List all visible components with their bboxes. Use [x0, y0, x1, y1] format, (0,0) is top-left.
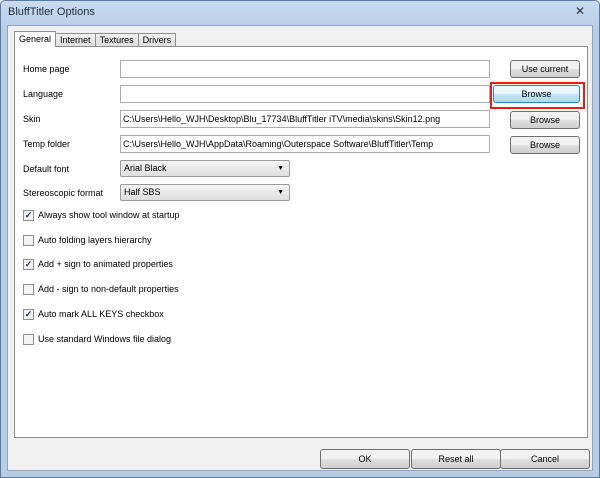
dialog-client: General Internet Textures Drivers Home p…	[7, 25, 593, 471]
general-panel: Home page Use current Language Browse Sk…	[14, 46, 588, 438]
stereoscopic-format-label: Stereoscopic format	[23, 188, 104, 198]
checkbox-box	[23, 333, 34, 345]
checkbox-add-plus-sign[interactable]: ✓ Add + sign to animated properties	[23, 258, 173, 270]
stereoscopic-format-value: Half SBS	[124, 187, 161, 197]
highlight-annotation	[490, 82, 585, 109]
checkbox-auto-folding-layers[interactable]: Auto folding layers hierarchy	[23, 234, 152, 246]
tab-internet[interactable]: Internet	[55, 33, 96, 47]
titlebar[interactable]: BluffTitler Options ✕	[1, 1, 599, 25]
checkbox-box	[23, 234, 34, 246]
window-title: BluffTitler Options	[8, 6, 95, 18]
tab-drivers[interactable]: Drivers	[137, 33, 177, 47]
skin-input[interactable]: C:\Users\Hello_WJH\Desktop\Blu_17734\Blu…	[120, 110, 490, 128]
close-icon: ✕	[574, 3, 586, 18]
checkbox-always-show-tool-window[interactable]: ✓ Always show tool window at startup	[23, 209, 180, 221]
checkbox-label: Auto mark ALL KEYS checkbox	[38, 309, 164, 319]
reset-all-button[interactable]: Reset all	[411, 449, 501, 469]
checkbox-label: Add + sign to animated properties	[38, 259, 173, 269]
checkbox-label: Auto folding layers hierarchy	[38, 235, 152, 245]
stereoscopic-format-select[interactable]: Half SBS ▼	[120, 184, 290, 201]
temp-folder-input[interactable]: C:\Users\Hello_WJH\AppData\Roaming\Outer…	[120, 135, 490, 153]
home-page-label: Home page	[23, 64, 70, 74]
checkbox-box: ✓	[23, 258, 34, 270]
temp-folder-label: Temp folder	[23, 139, 71, 149]
checkbox-box	[23, 283, 34, 295]
checkbox-box: ✓	[23, 308, 34, 320]
dropdown-arrow-icon: ▼	[277, 165, 284, 172]
temp-folder-browse-button[interactable]: Browse	[510, 136, 580, 154]
cancel-button[interactable]: Cancel	[500, 449, 590, 469]
language-input[interactable]	[120, 85, 490, 103]
default-font-label: Default font	[23, 164, 70, 174]
checkbox-standard-file-dialog[interactable]: Use standard Windows file dialog	[23, 333, 171, 345]
checkbox-label: Always show tool window at startup	[38, 210, 180, 220]
skin-browse-button[interactable]: Browse	[510, 111, 580, 129]
dropdown-arrow-icon: ▼	[277, 189, 284, 196]
close-button[interactable]: ✕	[567, 2, 593, 19]
use-current-button[interactable]: Use current	[510, 60, 580, 78]
skin-label: Skin	[23, 114, 41, 124]
ok-button[interactable]: OK	[320, 449, 410, 469]
language-label: Language	[23, 89, 64, 99]
checkbox-add-minus-sign[interactable]: Add - sign to non-default properties	[23, 283, 179, 295]
home-page-input[interactable]	[120, 60, 490, 78]
checkbox-auto-mark-all-keys[interactable]: ✓ Auto mark ALL KEYS checkbox	[23, 308, 164, 320]
default-font-value: Arial Black	[124, 163, 167, 173]
tab-textures[interactable]: Textures	[94, 33, 139, 47]
options-window: BluffTitler Options ✕ General Internet T…	[0, 0, 600, 478]
checkbox-label: Use standard Windows file dialog	[38, 334, 172, 344]
tab-general[interactable]: General	[14, 31, 57, 47]
checkbox-label: Add - sign to non-default properties	[38, 284, 179, 294]
checkbox-box: ✓	[23, 209, 34, 221]
tab-strip: General Internet Textures Drivers	[14, 31, 177, 47]
default-font-select[interactable]: Arial Black ▼	[120, 160, 290, 177]
